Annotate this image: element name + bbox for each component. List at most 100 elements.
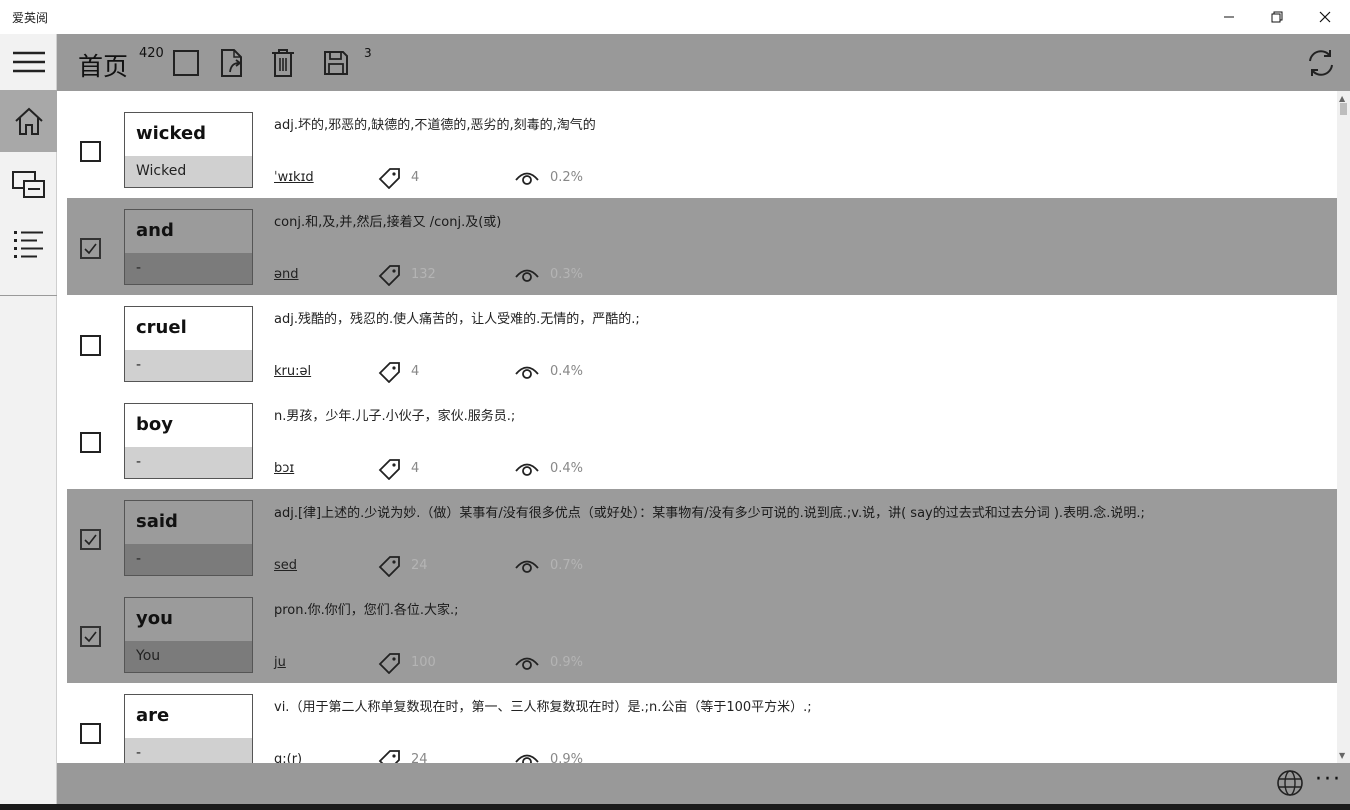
eye-icon <box>515 269 539 282</box>
restore-button[interactable] <box>1254 0 1300 34</box>
word-count-badge: 420 <box>139 46 164 61</box>
eye-icon <box>515 560 539 573</box>
row-checkbox[interactable] <box>80 335 101 356</box>
word-alt-text: - <box>125 447 252 478</box>
tag-icon <box>378 750 400 763</box>
close-button[interactable] <box>1302 0 1348 34</box>
sidebar <box>0 34 57 804</box>
tag-count: 132 <box>411 267 436 282</box>
title-bar: 爱英阅 <box>0 0 1350 34</box>
list-item[interactable]: wicked Wicked adj.坏的,邪恶的,缺德的,不道德的,恶劣的,刻毒… <box>67 101 1337 198</box>
tag-count: 4 <box>411 461 420 476</box>
row-checkbox[interactable] <box>80 432 101 453</box>
list-item[interactable]: you You pron.你.你们，您们.各位.大家.; ju 100 0.9% <box>67 586 1337 683</box>
phonetic-link[interactable]: bɔɪ <box>274 461 294 476</box>
save-button[interactable] <box>319 46 353 80</box>
scroll-thumb[interactable] <box>1340 103 1347 115</box>
sidebar-item-home[interactable] <box>0 90 57 152</box>
hamburger-icon <box>12 51 45 73</box>
row-checkbox[interactable] <box>80 238 101 259</box>
tag-count: 4 <box>411 364 420 379</box>
close-icon <box>1319 11 1331 23</box>
tag-icon <box>378 459 400 480</box>
word-alt-text: You <box>125 641 252 672</box>
row-checkbox[interactable] <box>80 626 101 647</box>
phonetic-link[interactable]: ju <box>274 655 286 670</box>
list-item[interactable]: said - adj.[律]上述的.少说为妙.（做）某事有/没有很多优点（或好处… <box>67 489 1337 586</box>
definition-text: adj.残酷的，残忍的.使人痛苦的，让人受难的.无情的，严酷的.; <box>274 312 640 327</box>
list-item[interactable]: are - vi.（用于第二人称单复数现在时，第一、三人称复数现在时）是.;n.… <box>67 683 1337 763</box>
word-card[interactable]: boy - <box>124 403 253 479</box>
tag-count: 24 <box>411 558 428 573</box>
saved-count-badge: 3 <box>364 46 372 60</box>
tag-count: 4 <box>411 170 420 185</box>
more-icon[interactable]: ··· <box>1315 767 1342 792</box>
word-card[interactable]: said - <box>124 500 253 576</box>
phonetic-link[interactable]: ənd <box>274 267 299 282</box>
checkmark-icon <box>84 243 97 255</box>
select-all-button[interactable] <box>169 46 203 80</box>
word-card[interactable]: and - <box>124 209 253 285</box>
taskbar-strip <box>0 804 1350 810</box>
trash-icon <box>272 49 294 77</box>
home-icon <box>14 107 43 135</box>
word-text: are <box>125 695 252 738</box>
list-item[interactable]: and - conj.和,及,并,然后,接着又 /conj.及(或) ənd 1… <box>67 198 1337 295</box>
list-scrollbar[interactable]: ▲ ▼ <box>1337 91 1350 763</box>
word-text: said <box>125 501 252 544</box>
phonetic-link[interactable]: ˈwɪkɪd <box>274 170 314 185</box>
print-layout-icon <box>11 171 45 198</box>
export-file-icon <box>221 49 242 77</box>
phonetic-link[interactable]: sed <box>274 558 297 573</box>
view-percent: 0.9% <box>550 752 584 763</box>
minimize-button[interactable] <box>1206 0 1252 34</box>
view-percent: 0.4% <box>550 461 584 476</box>
eye-icon <box>515 754 539 763</box>
list-item[interactable]: boy - n.男孩，少年.儿子.小伙子，家伙.服务员.; bɔɪ 4 0.4% <box>67 392 1337 489</box>
tag-icon <box>378 653 400 674</box>
list-item[interactable]: cruel - adj.残酷的，残忍的.使人痛苦的，让人受难的.无情的，严酷的.… <box>67 295 1337 392</box>
word-text: you <box>125 598 252 641</box>
globe-icon[interactable] <box>1275 768 1305 798</box>
delete-button[interactable] <box>266 46 300 80</box>
scroll-down-arrow-icon[interactable]: ▼ <box>1339 751 1345 760</box>
word-card[interactable]: cruel - <box>124 306 253 382</box>
page-title: 首页 <box>78 52 129 81</box>
word-text: cruel <box>125 307 252 350</box>
row-checkbox[interactable] <box>80 141 101 162</box>
restore-icon <box>1271 11 1283 23</box>
word-text: wicked <box>125 113 252 156</box>
sidebar-item-wordlist[interactable] <box>0 214 57 276</box>
refresh-button[interactable] <box>1304 46 1338 80</box>
select-square-icon <box>173 50 199 76</box>
word-card[interactable]: you You <box>124 597 253 673</box>
word-alt-text: - <box>125 253 252 284</box>
eye-icon <box>515 463 539 476</box>
export-button[interactable] <box>216 46 250 80</box>
scroll-up-arrow-icon[interactable]: ▲ <box>1339 94 1345 103</box>
checkmark-icon <box>84 631 97 643</box>
word-card[interactable]: wicked Wicked <box>124 112 253 188</box>
checkmark-icon <box>84 534 97 546</box>
sidebar-item-reader[interactable] <box>0 154 57 216</box>
phonetic-link[interactable]: ɑ:(r) <box>274 752 302 763</box>
tag-icon <box>378 362 400 383</box>
bottom-app-bar: ··· <box>57 763 1350 804</box>
row-checkbox[interactable] <box>80 723 101 744</box>
definition-text: adj.坏的,邪恶的,缺德的,不道德的,恶劣的,刻毒的,淘气的 <box>274 118 596 133</box>
list-icon <box>13 231 43 258</box>
tag-count: 100 <box>411 655 436 670</box>
word-card[interactable]: are - <box>124 694 253 763</box>
minimize-icon <box>1224 16 1234 18</box>
word-alt-text: Wicked <box>125 156 252 187</box>
eye-icon <box>515 657 539 670</box>
hamburger-button[interactable] <box>0 34 57 90</box>
definition-text: conj.和,及,并,然后,接着又 /conj.及(或) <box>274 215 502 230</box>
definition-text: adj.[律]上述的.少说为妙.（做）某事有/没有很多优点（或好处）：某事物有/… <box>274 506 1145 521</box>
view-percent: 0.3% <box>550 267 584 282</box>
row-checkbox[interactable] <box>80 529 101 550</box>
phonetic-link[interactable]: kru:əl <box>274 364 311 379</box>
word-alt-text: - <box>125 544 252 575</box>
tag-icon <box>378 556 400 577</box>
toolbar: 首页 420 3 <box>57 34 1350 91</box>
